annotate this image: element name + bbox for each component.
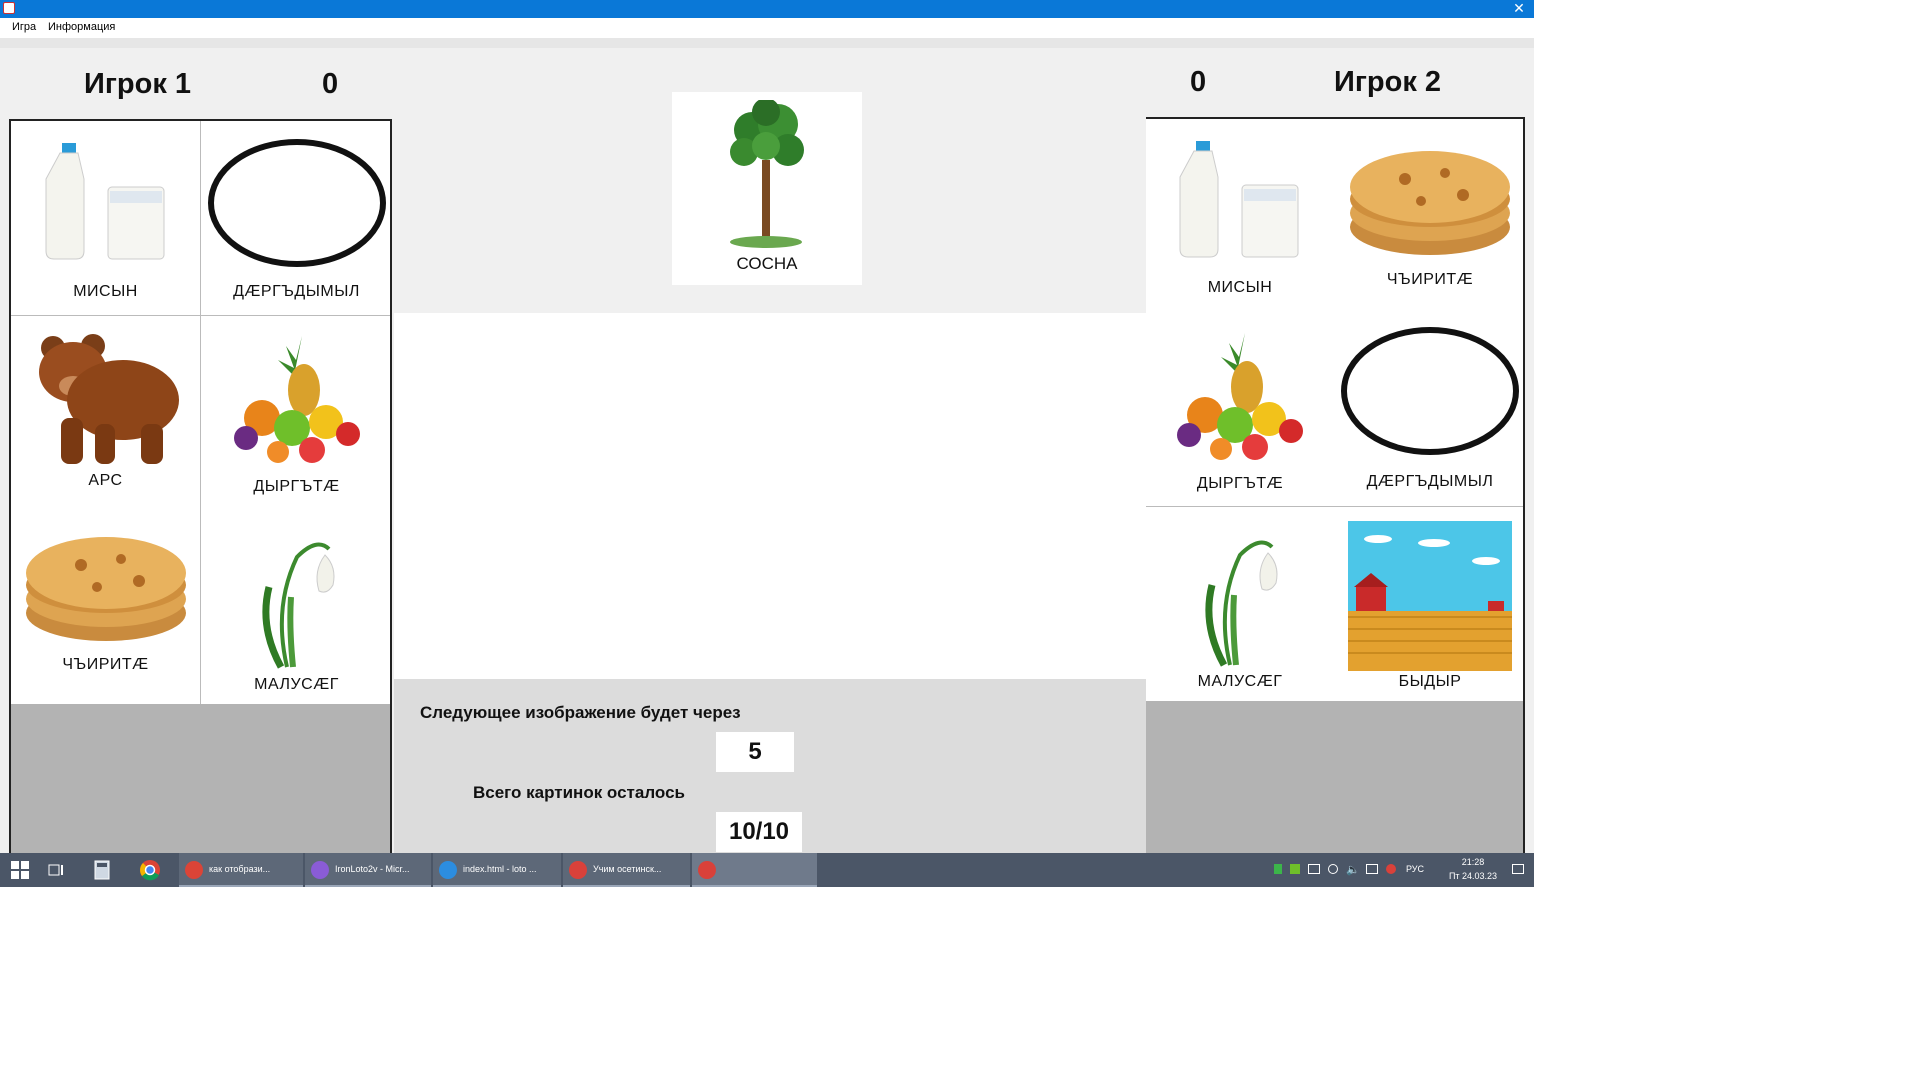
fruits-icon — [1165, 327, 1315, 467]
calculator-icon[interactable] — [82, 853, 122, 887]
flag-icon[interactable] — [1274, 864, 1282, 874]
taskbar-app-icon — [185, 861, 203, 879]
center-panel — [394, 313, 1146, 679]
menu-bar: Игра Информация — [0, 18, 1534, 38]
taskbar-app-icon — [569, 861, 587, 879]
taskbar-app-icon — [698, 861, 716, 879]
title-bar[interactable]: ✕ — [0, 0, 1534, 18]
taskbar-app-visual-studio[interactable]: IronLoto2v - Micr... — [305, 853, 431, 887]
clock-time[interactable]: 21:28 — [1448, 857, 1498, 867]
player2-score: 0 — [1190, 66, 1207, 98]
card-label: ДÆРГЪДЫМЫЛ — [233, 283, 360, 300]
player1-card-fruits[interactable]: ДЫРГЪТÆ — [201, 316, 390, 511]
taskbar-app-game-window[interactable] — [692, 853, 817, 887]
chrome-icon[interactable] — [130, 853, 170, 887]
player2-board: МИСЫН ЧЪИРИТÆ ДЫРГЪТÆ ДÆРГЪДЫМЫЛ МАЛУСÆГ… — [1143, 117, 1525, 859]
player1-name: Игрок 1 — [84, 68, 192, 100]
remaining-count: 10/10 — [716, 812, 802, 852]
pine-tree-icon — [722, 98, 812, 255]
milk-icon — [36, 135, 176, 265]
task-view-icon[interactable] — [36, 853, 76, 887]
card-label: МИСЫН — [73, 283, 138, 300]
menu-separator — [0, 38, 1534, 48]
card-label: ДÆРГЪДЫМЫЛ — [1366, 473, 1494, 490]
current-card: СОСНА — [672, 92, 862, 285]
player2-card-pie[interactable]: ЧЪИРИТÆ — [1335, 119, 1523, 313]
card-label: МАЛУСÆГ — [254, 676, 339, 693]
menu-item-game[interactable]: Игра — [12, 21, 36, 33]
player1-card-snowdrop[interactable]: МАЛУСÆГ — [201, 511, 390, 704]
player2-card-snowdrop[interactable]: МАЛУСÆГ — [1145, 507, 1335, 701]
player2-card-field[interactable]: БЫДЫР — [1335, 507, 1523, 701]
bear-icon — [31, 328, 181, 468]
app-icon — [3, 2, 15, 14]
app-window: ✕ Игра Информация Игрок 1 0 0 Игрок 2 МИ… — [0, 0, 1534, 886]
player2-card-fruits[interactable]: ДЫРГЪТÆ — [1145, 313, 1335, 507]
pie-icon — [1345, 143, 1515, 263]
taskbar-app-vscode[interactable]: index.html - loto ... — [433, 853, 561, 887]
menu-item-info[interactable]: Информация — [48, 21, 115, 33]
taskbar-app-title: index.html - loto ... — [463, 864, 537, 874]
taskbar-app-title: как отобрази... — [209, 864, 271, 874]
player1-card-milk[interactable]: МИСЫН — [11, 121, 201, 316]
player2-card-circle[interactable]: ДÆРГЪДЫМЫЛ — [1335, 313, 1523, 507]
card-label: ЧЪИРИТÆ — [1386, 271, 1474, 288]
app-tray-icon[interactable] — [1386, 864, 1396, 874]
taskbar-app-chrome-window[interactable]: как отобрази... — [179, 853, 303, 887]
display-icon[interactable] — [1308, 864, 1320, 874]
player1-board: МИСЫН ДÆРГЪДЫМЫЛ АРС ДЫРГЪТÆ ЧЪИРИТÆ МАЛ… — [9, 119, 392, 859]
card-label: АРС — [88, 472, 123, 489]
card-label: МИСЫН — [1207, 279, 1273, 296]
taskbar-app-icon — [311, 861, 329, 879]
player1-card-pie[interactable]: ЧЪИРИТÆ — [11, 511, 201, 704]
circle-icon — [207, 139, 387, 269]
next-image-countdown: 5 — [716, 732, 794, 772]
taskbar-app-learn-ossetian[interactable]: Учим осетинск... — [563, 853, 690, 887]
fruits-icon — [222, 330, 372, 470]
player1-card-bear[interactable]: АРС — [11, 316, 201, 511]
volume-icon[interactable]: 🔈 — [1346, 863, 1360, 876]
current-card-label: СОСНА — [736, 254, 798, 273]
system-tray: 🔈 РУС 21:28 Пт 24.03.23 — [1274, 853, 1534, 887]
close-button[interactable]: ✕ — [1510, 0, 1528, 18]
player2-name: Игрок 2 — [1334, 66, 1442, 98]
player2-card-milk[interactable]: МИСЫН — [1145, 119, 1335, 313]
card-label: МАЛУСÆГ — [1197, 673, 1283, 690]
card-label: ДЫРГЪТÆ — [253, 478, 340, 495]
language-indicator[interactable]: РУС — [1406, 864, 1424, 874]
player1-score: 0 — [322, 68, 339, 100]
notifications-icon[interactable] — [1512, 864, 1524, 874]
remaining-label: Всего картинок осталось — [473, 783, 685, 802]
next-image-label: Следующее изображение будет через — [420, 703, 741, 722]
player1-card-circle[interactable]: ДÆРГЪДЫМЫЛ — [201, 121, 390, 316]
network-icon[interactable] — [1328, 864, 1338, 874]
card-label: ЧЪИРИТÆ — [62, 656, 149, 673]
field-icon — [1348, 521, 1512, 671]
nvidia-icon[interactable] — [1290, 864, 1300, 874]
taskbar-app-icon — [439, 861, 457, 879]
snowdrop-icon — [247, 521, 347, 671]
taskbar-app-title: Учим осетинск... — [593, 864, 662, 874]
windows-start-icon[interactable] — [0, 853, 40, 887]
card-label: ДЫРГЪТÆ — [1196, 475, 1284, 492]
circle-icon — [1340, 327, 1520, 457]
connection-icon[interactable] — [1366, 864, 1378, 874]
milk-icon — [1170, 133, 1310, 263]
pie-icon — [21, 529, 191, 649]
snowdrop-icon — [1190, 519, 1290, 669]
taskbar-app-title: IronLoto2v - Micr... — [335, 864, 410, 874]
card-label: БЫДЫР — [1398, 673, 1462, 690]
taskbar: как отобрази... IronLoto2v - Micr... ind… — [0, 853, 1534, 887]
clock-date[interactable]: Пт 24.03.23 — [1446, 871, 1500, 881]
